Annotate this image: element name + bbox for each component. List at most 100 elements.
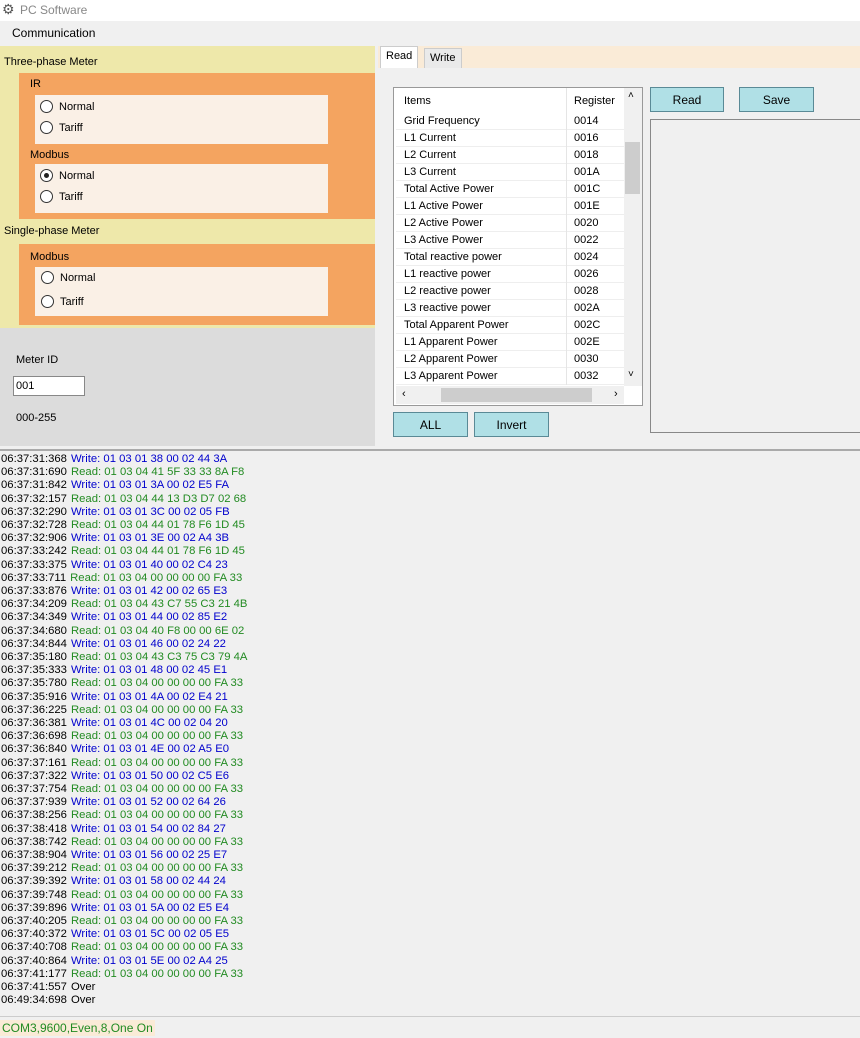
item-register: 002E (574, 336, 600, 348)
list-row[interactable]: L2 Current 0018 (396, 147, 624, 164)
radio-label: Normal (59, 169, 95, 182)
list-row[interactable]: Total Active Power 001C (396, 181, 624, 198)
list-row[interactable]: L2 Apparent Power 0030 (396, 351, 624, 368)
tab-write[interactable]: Write (424, 48, 462, 68)
list-row[interactable]: L3 Apparent Power 0032 (396, 368, 624, 385)
list-row[interactable]: L1 reactive power 0026 (396, 266, 624, 283)
list-row[interactable]: Total reactive power 0024 (396, 249, 624, 266)
list-row[interactable]: Grid Frequency 0014 (396, 113, 624, 130)
list-row[interactable]: L2 reactive power 0028 (396, 283, 624, 300)
menu-communication[interactable]: Communication (12, 26, 95, 40)
log-direction: Read: (70, 492, 102, 505)
log-line: 06:37:34:680 Read: 01 03 04 40 F8 00 00 6… (1, 625, 244, 638)
log-direction: Write: (70, 558, 101, 571)
ir-normal-radio[interactable]: Normal (40, 100, 94, 113)
output-textbox[interactable] (650, 119, 860, 433)
scroll-thumb[interactable] (625, 142, 640, 194)
scroll-left-icon[interactable]: ‹ (402, 388, 406, 400)
log-bytes: 01 03 01 58 00 02 44 24 (103, 875, 226, 888)
log-bytes: 01 03 01 44 00 02 85 E2 (103, 611, 228, 624)
list-row[interactable]: L1 Apparent Power 002E (396, 334, 624, 351)
log-time: 06:37:41:557 (1, 981, 67, 993)
column-divider (566, 334, 567, 351)
log-line: 06:37:37:322 Write: 01 03 01 50 00 02 C5 … (1, 770, 229, 783)
meter-id-label: Meter ID (16, 354, 59, 366)
scroll-down-icon[interactable]: ˅ (628, 369, 634, 380)
log-time: 06:37:35:780 (1, 677, 67, 690)
column-divider (566, 351, 567, 368)
modbus-normal-radio[interactable]: Normal (40, 169, 94, 182)
log-time: 06:37:32:157 (1, 492, 67, 505)
log-direction: Write: (70, 822, 101, 835)
scroll-up-icon[interactable]: ˄ (628, 90, 634, 101)
header-register[interactable]: Register (574, 95, 615, 107)
register-list[interactable]: Items Register Grid Frequency 0014 L1 Curr… (393, 87, 643, 406)
scroll-right-icon[interactable]: › (614, 388, 618, 400)
three-phase-group: IR Normal Tariff Modbus Normal Tariff (19, 73, 375, 219)
communication-log[interactable]: 06:37:31:368 Write: 01 03 01 38 00 02 44 … (0, 449, 860, 1015)
log-direction: Write: (70, 769, 101, 782)
ir-tariff-radio[interactable]: Tariff (40, 121, 83, 134)
radio-label: Normal (59, 100, 95, 113)
log-line: 06:37:38:904 Write: 01 03 01 56 00 02 25 … (1, 849, 227, 862)
log-direction: Write: (70, 849, 101, 861)
column-divider (566, 198, 567, 215)
hscroll-thumb[interactable] (441, 388, 592, 402)
log-time: 06:37:41:177 (1, 967, 67, 980)
list-row[interactable]: L1 Active Power 001E (396, 198, 624, 215)
item-register: 0022 (574, 234, 599, 246)
log-direction: Write: (70, 505, 101, 518)
meter-id-input[interactable] (13, 376, 85, 396)
log-time: 06:37:31:842 (1, 479, 67, 492)
vertical-scrollbar[interactable]: ˄ ˅ (624, 88, 642, 386)
sp-tariff-radio[interactable]: Tariff (41, 295, 84, 308)
tab-read[interactable]: Read (380, 46, 419, 68)
list-row[interactable]: L3 reactive power 002A (396, 300, 624, 317)
item-name: L2 Current (404, 149, 456, 161)
item-register: 002A (574, 302, 600, 314)
log-time: 06:37:39:748 (1, 888, 67, 901)
log-direction: Read: (70, 809, 102, 822)
read-button[interactable]: Read (650, 87, 724, 112)
invert-button[interactable]: Invert (474, 412, 549, 437)
log-time: 06:37:34:349 (1, 611, 67, 624)
horizontal-scrollbar[interactable]: ‹ › (396, 386, 624, 404)
log-line: 06:37:41:177 Read: 01 03 04 00 00 00 00 F… (1, 968, 243, 981)
log-time: 06:37:37:161 (1, 756, 67, 769)
log-direction: Read: (70, 571, 101, 584)
list-row[interactable]: L2 Active Power 0020 (396, 215, 624, 232)
header-items[interactable]: Items (404, 95, 431, 107)
list-row[interactable]: Total Apparent Power 002C (396, 317, 624, 334)
log-bytes: 01 03 04 44 13 D3 D7 02 68 (104, 492, 247, 505)
item-name: L3 Apparent Power (404, 370, 498, 382)
log-bytes: 01 03 01 46 00 02 24 22 (103, 637, 226, 650)
log-time: 06:37:32:728 (1, 519, 67, 531)
log-line: 06:37:36:840 Write: 01 03 01 4E 00 02 A5 … (1, 743, 229, 756)
log-bytes: 01 03 01 40 00 02 C4 23 (103, 558, 228, 571)
modbus-tariff-radio[interactable]: Tariff (40, 190, 83, 203)
log-line: 06:37:39:212 Read: 01 03 04 00 00 00 00 F… (1, 862, 243, 875)
log-bytes: 01 03 04 43 C7 55 C3 21 4B (104, 598, 248, 611)
meter-id-range: 000-255 (16, 412, 57, 424)
list-row[interactable]: L3 Current 001A (396, 164, 624, 181)
save-button[interactable]: Save (739, 87, 814, 112)
meter-type-panel: Three-phase Meter IR Normal Tariff Modbu… (0, 46, 375, 328)
column-divider (566, 164, 567, 181)
item-name: L1 Apparent Power (404, 336, 498, 348)
log-line: 06:37:35:333 Write: 01 03 01 48 00 02 45 … (1, 664, 227, 677)
item-name: L3 Current (404, 166, 456, 178)
log-time: 06:37:34:680 (1, 624, 67, 637)
log-line: 06:37:35:916 Write: 01 03 01 4A 00 02 E4 … (1, 691, 228, 704)
log-bytes: 01 03 04 00 00 00 00 FA 33 (104, 915, 244, 927)
radio-circle (40, 190, 53, 203)
log-line: 06:37:33:242 Read: 01 03 04 44 01 78 F6 1… (1, 545, 245, 558)
log-direction: Read: (70, 756, 102, 769)
log-line: 06:37:37:161 Read: 01 03 04 00 00 00 00 F… (1, 757, 243, 770)
item-name: L1 Active Power (404, 200, 483, 212)
list-row[interactable]: L3 Active Power 0022 (396, 232, 624, 249)
log-time: 06:37:40:205 (1, 915, 67, 927)
all-button[interactable]: ALL (393, 412, 468, 437)
log-line: 06:37:40:708 Read: 01 03 04 00 00 00 00 F… (1, 941, 243, 954)
sp-normal-radio[interactable]: Normal (41, 271, 95, 284)
list-row[interactable]: L1 Current 0016 (396, 130, 624, 147)
